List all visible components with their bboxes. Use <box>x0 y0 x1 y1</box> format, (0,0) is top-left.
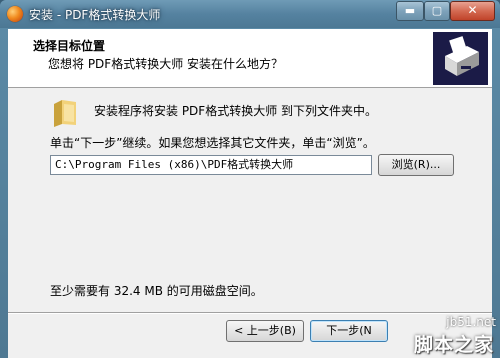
dialog-client: 选择目标位置 您想将 PDF格式转换大师 安装在什么地方？ 安装程序将安装 PD… <box>8 29 492 358</box>
browse-button[interactable]: 浏览(R)... <box>378 154 454 176</box>
wizard-body: 安装程序将安装 PDF格式转换大师 到下列文件夹中。 单击“下一步”继续。如果您… <box>8 88 492 358</box>
watermark-text: 脚本之家 <box>413 334 494 356</box>
window-title: 安装 - PDF格式转换大师 <box>29 8 161 22</box>
close-icon: ✕ <box>467 3 478 17</box>
app-icon <box>7 6 23 22</box>
maximize-button[interactable]: ▢ <box>424 1 450 21</box>
title-bar[interactable]: 安装 - PDF格式转换大师 ▬ ▢ ✕ <box>0 0 500 28</box>
disk-space-text: 至少需要有 32.4 MB 的可用磁盘空间。 <box>50 284 263 298</box>
instruction-text: 单击“下一步”继续。如果您想选择其它文件夹，单击“浏览”。 <box>50 136 375 150</box>
installer-logo-icon <box>433 32 488 85</box>
minimize-button[interactable]: ▬ <box>396 1 424 21</box>
minimize-icon: ▬ <box>404 4 416 17</box>
folder-icon <box>52 98 78 128</box>
back-button[interactable]: < 上一步(B) <box>226 320 304 342</box>
watermark-site: jb51.net <box>446 315 496 329</box>
maximize-icon: ▢ <box>431 4 443 17</box>
page-subtitle: 您想将 PDF格式转换大师 安装在什么地方？ <box>48 57 284 71</box>
wizard-header: 选择目标位置 您想将 PDF格式转换大师 安装在什么地方？ <box>8 29 492 88</box>
footer-divider <box>8 312 492 314</box>
next-button[interactable]: 下一步(N <box>310 320 388 342</box>
close-button[interactable]: ✕ <box>450 1 495 21</box>
installer-window: 安装 - PDF格式转换大师 ▬ ▢ ✕ 选择目标位置 您想将 PDF格式转换大… <box>0 0 500 358</box>
page-title: 选择目标位置 <box>33 39 106 53</box>
install-description: 安装程序将安装 PDF格式转换大师 到下列文件夹中。 <box>94 104 378 118</box>
install-path-input[interactable]: C:\Program Files (x86)\PDF格式转换大师 <box>50 155 372 175</box>
